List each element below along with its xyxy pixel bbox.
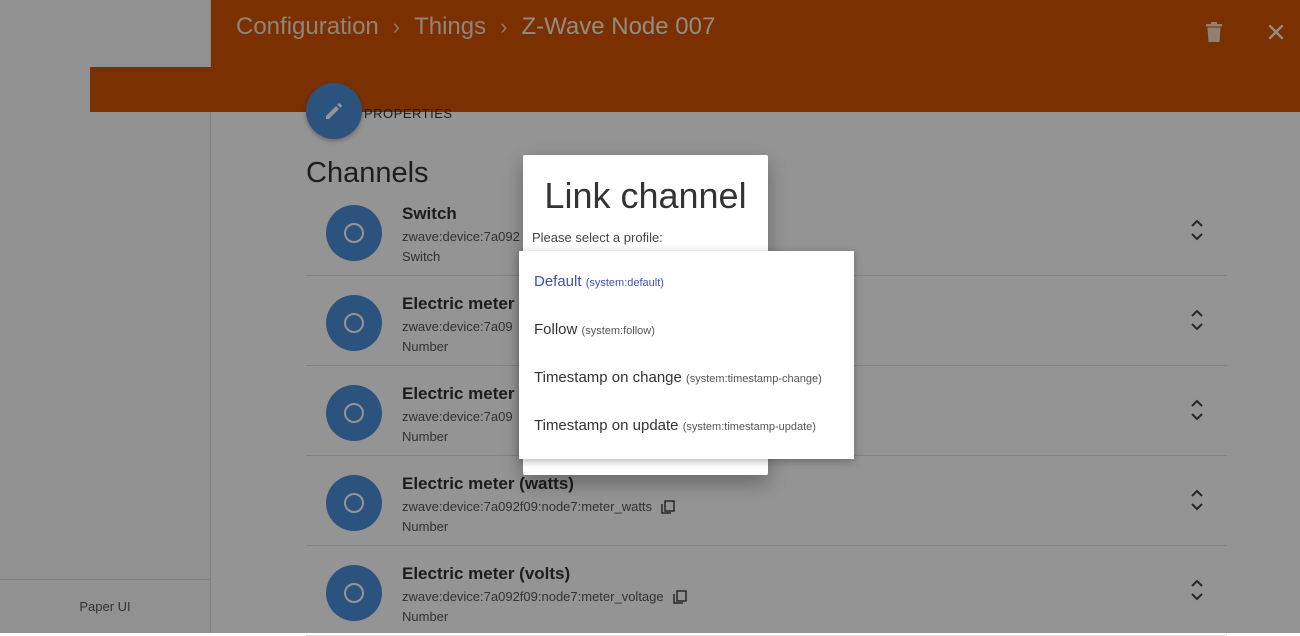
profile-option-default[interactable]: Default (system:default) — [534, 273, 664, 290]
profile-option-timestamp-change[interactable]: Timestamp on change (system:timestamp-ch… — [534, 369, 822, 386]
profile-label: Default — [534, 273, 582, 290]
profile-option-follow[interactable]: Follow (system:follow) — [534, 321, 655, 338]
profile-label: Timestamp on change — [534, 369, 682, 386]
profile-option-timestamp-update[interactable]: Timestamp on update (system:timestamp-up… — [534, 417, 816, 434]
dialog-subtitle: Please select a profile: — [532, 230, 663, 245]
profile-id: (system:timestamp-update) — [682, 421, 816, 433]
dialog-title: Link channel — [544, 175, 747, 216]
profile-label: Follow — [534, 321, 578, 338]
profile-id: (system:timestamp-change) — [686, 373, 822, 385]
profile-dropdown-menu: Default (system:default) Follow (system:… — [519, 251, 854, 459]
profile-id: (system:follow) — [581, 325, 655, 337]
profile-id: (system:default) — [585, 277, 664, 289]
profile-label: Timestamp on update — [534, 417, 679, 434]
